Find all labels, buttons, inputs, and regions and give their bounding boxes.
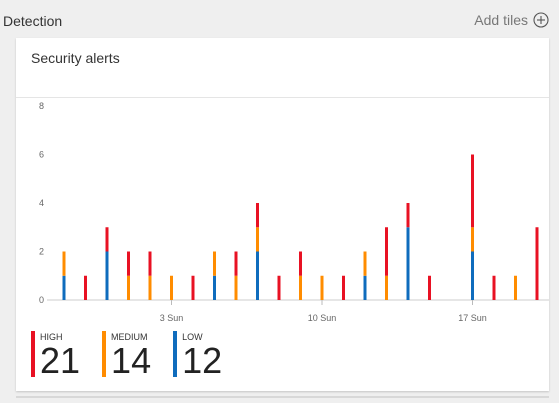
y-tick-label: 6: [39, 150, 44, 160]
bar-segment-high: [385, 227, 388, 276]
bar-segment-medium: [148, 275, 152, 300]
card-title: Security alerts: [31, 50, 120, 66]
section-header: Detection Add tiles: [0, 0, 559, 38]
legend-swatch-medium: [102, 331, 107, 377]
y-tick-label: 4: [39, 198, 44, 208]
bar-segment-low: [105, 251, 109, 300]
bar-segment-low: [471, 251, 474, 300]
bar-segment-medium: [213, 251, 216, 276]
bar-segment-medium: [170, 275, 173, 300]
security-alerts-card[interactable]: Security alerts 0 2 4 6 8 3 Sun 10 Sun 17 Sun H…: [16, 38, 549, 391]
bar-segment-high: [191, 275, 195, 300]
bar-segment-low: [213, 275, 216, 300]
bar-segment-medium: [62, 251, 66, 276]
bar-segment-high: [406, 203, 410, 228]
bar-segment-medium: [299, 275, 302, 300]
bar-segment-medium: [234, 275, 238, 300]
bar-segment-low: [363, 275, 367, 300]
legend-item-low[interactable]: LOW 12: [173, 330, 222, 380]
add-tiles-label: Add tiles: [474, 12, 528, 28]
legend-value-high: 21: [40, 340, 81, 381]
x-tick-label: 17 Sun: [458, 313, 487, 323]
bar-segment-medium: [256, 227, 259, 252]
legend-swatch-high: [31, 331, 35, 377]
y-tick-label: 8: [39, 101, 44, 111]
legend-value-medium: 14: [111, 340, 152, 381]
bar-segment-high: [535, 227, 539, 300]
legend-item-high[interactable]: HIGH 21: [31, 330, 80, 380]
x-tick-label: 10 Sun: [308, 313, 337, 323]
bar-segment-medium: [385, 275, 388, 300]
x-tick-label: 3 Sun: [160, 313, 184, 323]
bar-segment-high: [105, 227, 109, 252]
bar-segment-high: [256, 203, 259, 228]
bar-segment-high: [492, 275, 496, 300]
legend-swatch-low: [173, 331, 178, 377]
bar-segment-high: [342, 275, 345, 300]
next-card-edge: [16, 396, 549, 398]
bar-segment-medium: [320, 275, 324, 300]
bar-segment-high: [127, 251, 130, 276]
bar-segment-low: [256, 251, 259, 300]
section-title: Detection: [3, 13, 63, 29]
bar-segment-high: [428, 275, 431, 300]
y-tick-label: 0: [39, 295, 44, 305]
y-tick-label: 2: [39, 247, 44, 257]
bar-segment-low: [406, 227, 410, 300]
add-tiles-button[interactable]: Add tiles: [474, 12, 549, 28]
security-alerts-chart: 0 2 4 6 8 3 Sun 10 Sun 17 Sun: [39, 101, 549, 323]
add-circle-icon: [533, 12, 549, 28]
bar-segment-low: [62, 275, 66, 300]
bar-segment-high: [299, 251, 302, 276]
bar-segment-medium: [127, 275, 130, 300]
legend-value-low: 12: [182, 340, 223, 381]
bar-segment-medium: [363, 251, 367, 276]
bar-segment-high: [234, 251, 238, 276]
bar-segment-medium: [514, 275, 517, 300]
bar-segment-high: [277, 275, 281, 300]
bar-segment-medium: [471, 227, 474, 252]
severity-legend: HIGH 21 MEDIUM 14 LOW 12: [31, 330, 222, 380]
bar-segment-high: [84, 275, 87, 300]
bar-segment-high: [148, 251, 152, 276]
legend-item-medium[interactable]: MEDIUM 14: [102, 330, 151, 380]
bar-segment-high: [471, 154, 474, 228]
